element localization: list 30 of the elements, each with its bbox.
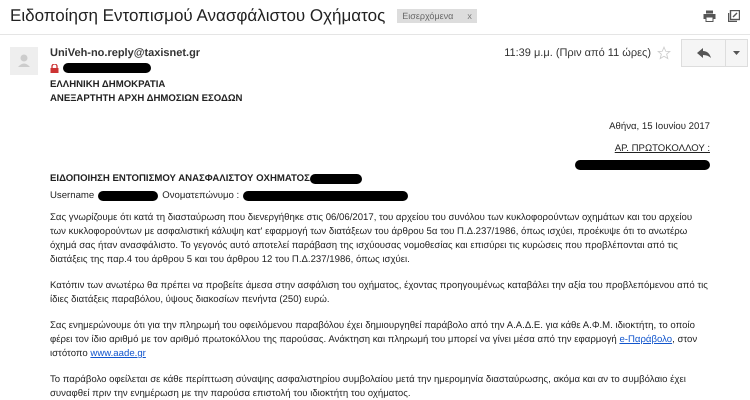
paragraph: Το παράβολο οφείλεται σε κάθε περίπτωση σύναψης ασφαλιστηρίου συμβολαίου μετά την ημερομηνία διασταύρωσης, ακόμα και αν το συμβόλαιο έχει συναφθεί πριν την ενημέρωση με την παρούσα επιστολή του ιδιοκτήτη του οχήματος. [50,373,687,400]
redaction-mark [98,191,158,201]
redaction-mark [310,174,362,184]
username-label: Username [50,189,94,203]
label-chip[interactable]: Εισερχόμενα x [397,9,477,23]
timestamp: 11:39 μ.μ. (Πριν από 11 ώρες) [504,47,651,59]
new-window-icon[interactable] [728,10,740,22]
avatar-icon [10,47,38,75]
star-icon[interactable] [657,46,671,60]
paragraph: Σας ενημερώνουμε ότι για την πληρωμή του οφειλόμενου παραβόλου έχει δημιουργηθεί παράβολο από την Α.Α.Δ.Ε. για κάθε Α.Φ.Μ. ιδιοκτήτη, το οποίο φέρει τον ίδιο αριθμό με τον αριθμό πρωτοκόλλου της παρούσας. Ανάκτηση και πληρωμή του μπορεί να γίνει μέσα από την εφαρμογή e-Παράβολο, στον ιστότοπο www.aade.gr [50,319,698,361]
protocol-label: ΑΡ. ΠΡΩΤΟΚΟΛΛΟΥ : [614,142,710,156]
header-line: ΕΛΛΗΝΙΚΗ ΔΗΜΟΚΡΑΤΙΑ [50,78,166,92]
lock-icon [50,64,59,72]
notice-title: ΕΙΔΟΠΟΙΗΣΗ ΕΝΤΟΠΙΣΜΟΥ ΑΝΑΣΦΑΛΙΣΤΟΥ ΟΧΗΜΑΤΟΣ [50,172,310,186]
caret-icon [733,51,740,55]
fullname-label: Ονοματεπώνυμο : [162,189,240,203]
email-subject: Ειδοποίηση Εντοπισμού Ανασφάλιστου Οχήματος [10,6,386,26]
date-line: Αθήνα, 15 Ιουνίου 2017 [609,120,710,134]
paragraph: Σας γνωρίζουμε ότι κατά τη διασταύρωση που διενεργήθηκε στις 06/06/2017, του αρχείου του συνόλου των κυκλοφορούντων οχημάτων και του αρχείου των κυκλοφορούντων με ασφαλιστική κάλυψη κατ' εφαρμογή των διατάξεων του άρθρου 5α του Π.Δ.237/1986, όπως ισχύει, προέκυψε ότι το ανωτέρω όχημά σας ήταν ανασφάλιστο. Το γεγονός αυτό αποτελεί παράβαση της ισχύουσας νομοθεσίας και επισύρει τις κυρώσεις που προβλέπονται από τις διατάξεις της παρ.4 του άρθρου 5 και του άρθρου 12 του Π.Δ.237/1986, όπως ισχύει. [50,211,694,267]
paragraph: Κατόπιν των ανωτέρω θα πρέπει να προβείτε άμεσα στην ασφάλιση του οχήματος, έχοντας προηγουμένως καταβάλει την αξία του προβλεπόμενου από τις ίδιες διατάξεις παραβόλου, ύψους διακοσίων πενήντα (250) ευρώ. [50,279,709,307]
label-text: Εισερχόμενα [402,11,454,21]
sender-address[interactable]: UniVeh-no.reply@taxisnet.gr [50,47,200,59]
link[interactable]: e-Παράβολο [619,334,672,345]
remove-label-button[interactable]: x [467,11,472,21]
reply-button[interactable] [681,39,726,67]
link[interactable]: www.aade.gr [90,348,146,359]
reply-icon [696,48,710,58]
print-icon[interactable] [703,10,716,22]
header-line: ΑΝΕΞΑΡΤΗΤΗ ΑΡΧΗ ΔΗΜΟΣΙΩΝ ΕΣΟΔΩΝ [50,92,244,106]
more-button[interactable] [726,39,748,67]
